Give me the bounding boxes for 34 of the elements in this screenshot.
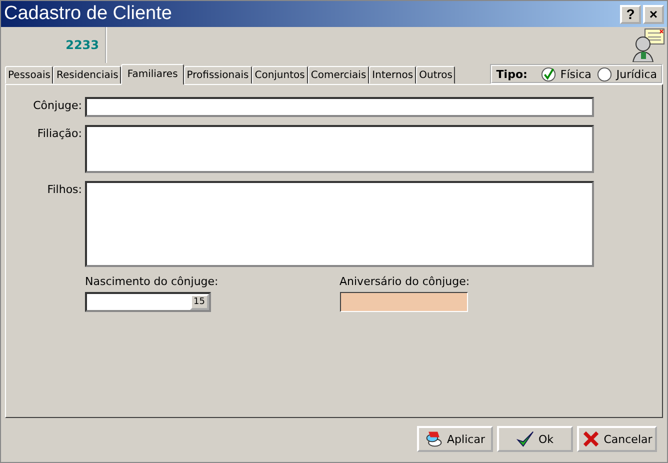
client-code: 2233 (1, 27, 107, 63)
field-label: Cônjuge: (32, 98, 83, 112)
tab[interactable]: Familiares (121, 64, 184, 85)
cross-icon (582, 430, 600, 448)
radio-label[interactable]: Jurídica (616, 68, 657, 80)
radio-label[interactable]: Física (560, 68, 592, 80)
window-title: Cadastro de Cliente (4, 3, 173, 25)
disk-stack-icon (425, 430, 444, 448)
help-button[interactable]: ? (620, 4, 641, 24)
field-label: Filhos: (46, 182, 83, 196)
checkmark-icon (516, 430, 534, 448)
tab[interactable]: Outros (416, 66, 456, 84)
text-field[interactable] (85, 125, 594, 173)
tab[interactable]: Internos (369, 66, 416, 84)
radio-button[interactable] (597, 66, 612, 82)
tab[interactable]: Pessoais (5, 66, 54, 84)
cancel-button[interactable]: Cancelar (577, 426, 657, 452)
field-label: Aniversário do cônjuge: (340, 275, 471, 288)
field-label: Nascimento do cônjuge: (85, 275, 220, 288)
tab[interactable]: Profissionais (184, 66, 252, 84)
tab[interactable]: Conjuntos (252, 66, 308, 84)
text-field[interactable] (85, 181, 594, 267)
text-field[interactable] (85, 97, 594, 117)
close-button[interactable]: × (643, 4, 664, 24)
tab[interactable]: Residenciais (53, 66, 122, 84)
tipo-label: Tipo: (496, 68, 528, 80)
radio-button[interactable] (541, 66, 556, 82)
calendar-button[interactable]: 15 (190, 294, 209, 310)
tab[interactable]: Comerciais (308, 66, 370, 84)
ok-button[interactable]: Ok (497, 426, 573, 452)
date-field[interactable]: 15 (85, 292, 211, 312)
apply-button[interactable]: Aplicar (417, 426, 493, 452)
field-label: Filiação: (36, 126, 83, 140)
person-document-icon (631, 28, 665, 62)
